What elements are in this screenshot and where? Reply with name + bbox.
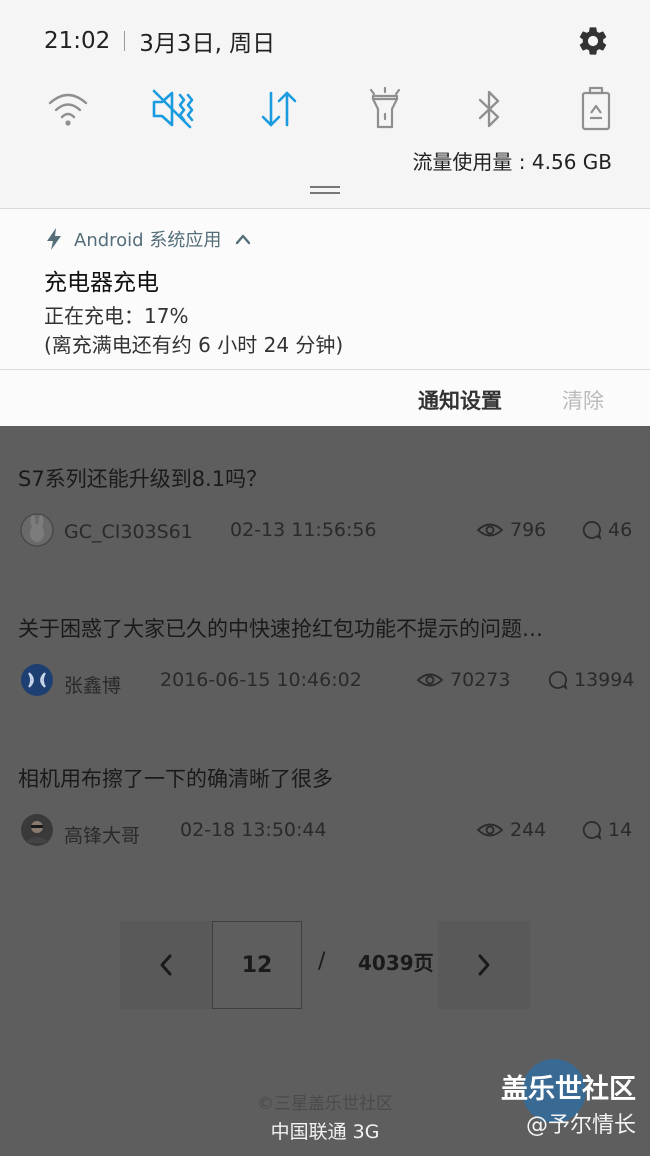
charging-notification[interactable]: Android 系统应用 充电器充电 正在充电：17% (离充满电还有约 6 小… — [0, 208, 650, 426]
mobile-data-icon — [261, 91, 297, 127]
notification-shade: 21:02 3月3日, 周日 流量使用量: 4.56 GB — [0, 0, 650, 208]
sound-mode-toggle[interactable] — [148, 86, 200, 132]
flashlight-icon — [369, 87, 400, 129]
post-time: 02-13 11:56:56 — [230, 519, 377, 541]
post-replies: 14 — [582, 819, 632, 841]
avatar — [20, 513, 54, 547]
comment-icon — [582, 521, 602, 540]
status-row: 21:02 3月3日, 周日 — [44, 24, 610, 58]
notification-charge-level: 正在充电：17% — [44, 304, 189, 328]
status-time: 21:02 — [44, 28, 111, 54]
notification-title: 充电器充电 — [44, 270, 159, 296]
post-views: 70273 — [416, 669, 510, 691]
replies-count: 14 — [608, 819, 633, 841]
replies-count: 13994 — [574, 669, 635, 691]
forum-page-dimmed: S7系列还能升级到8.1吗？ GC_CI303S61 02-13 11:56:5… — [0, 427, 650, 1156]
drag-handle[interactable] — [310, 186, 340, 194]
post-author[interactable]: GC_CI303S61 — [64, 521, 193, 543]
data-usage-label: 流量使用量 : 4.56 GB — [412, 150, 612, 174]
post-time: 2016-06-15 10:46:02 — [160, 669, 362, 691]
notification-settings-button[interactable]: 通知设置 — [418, 385, 502, 415]
notification-header: Android 系统应用 — [46, 227, 251, 251]
post-meta: 张鑫博 2016-06-15 10:46:02 70273 13994 — [20, 663, 640, 699]
eye-icon — [476, 823, 504, 837]
status-date: 3月3日, 周日 — [139, 31, 276, 57]
post-meta: GC_CI303S61 02-13 11:56:56 796 46 — [20, 513, 640, 549]
quick-settings-row — [42, 86, 622, 132]
bluetooth-icon — [479, 90, 500, 128]
post-title[interactable]: 关于困惑了大家已久的中快速抢红包功能不提示的问题… — [18, 613, 543, 643]
chevron-left-icon — [160, 954, 172, 976]
mobile-data-toggle[interactable] — [253, 86, 305, 132]
status-divider — [124, 31, 126, 51]
clear-button[interactable]: 清除 — [562, 385, 604, 415]
eye-icon — [476, 523, 504, 537]
watermark-title: 盖乐世社区 — [501, 1074, 636, 1105]
next-page-button[interactable] — [438, 921, 530, 1009]
bluetooth-toggle[interactable] — [464, 86, 516, 132]
post-views: 244 — [476, 819, 546, 841]
avatar — [21, 814, 53, 846]
page-separator: / — [318, 949, 326, 974]
views-count: 70273 — [450, 669, 511, 691]
sound-muted-vibrate-icon — [152, 89, 193, 129]
page-number-input[interactable]: 12 — [212, 921, 302, 1009]
post-author[interactable]: 张鑫博 — [64, 671, 121, 698]
post-views: 796 — [476, 519, 546, 541]
post-meta: 高锋大哥 02-18 13:50:44 244 14 — [20, 813, 640, 849]
chevron-right-icon — [478, 954, 490, 976]
views-count: 244 — [510, 819, 547, 841]
page-total: 4039页 — [358, 951, 434, 975]
replies-count: 46 — [608, 519, 633, 541]
comment-icon — [582, 821, 602, 840]
chevron-up-icon[interactable] — [235, 233, 251, 245]
post-title[interactable]: 相机用布擦了一下的确清晰了很多 — [18, 763, 333, 793]
wifi-icon — [48, 93, 88, 126]
post-replies: 13994 — [548, 669, 634, 691]
wifi-toggle[interactable] — [42, 86, 94, 132]
watermark-subtitle: @予尔情长 — [525, 1113, 636, 1138]
comment-icon — [548, 671, 568, 690]
prev-page-button[interactable] — [120, 921, 212, 1009]
post-replies: 46 — [582, 519, 632, 541]
views-count: 796 — [510, 519, 547, 541]
power-saving-toggle[interactable] — [570, 86, 622, 132]
gear-icon[interactable] — [576, 24, 610, 58]
avatar — [21, 664, 53, 696]
notification-app-name: Android 系统应用 — [74, 230, 222, 251]
flashlight-toggle[interactable] — [359, 86, 411, 132]
post-author[interactable]: 高锋大哥 — [64, 821, 140, 848]
eye-icon — [416, 673, 444, 687]
lightning-icon — [47, 228, 61, 250]
notification-time-remaining: (离充满电还有约 6 小时 24 分钟) — [44, 333, 344, 357]
divider — [0, 369, 650, 370]
post-title[interactable]: S7系列还能升级到8.1吗？ — [18, 463, 267, 493]
post-time: 02-18 13:50:44 — [180, 819, 327, 841]
power-saving-icon — [581, 86, 611, 131]
